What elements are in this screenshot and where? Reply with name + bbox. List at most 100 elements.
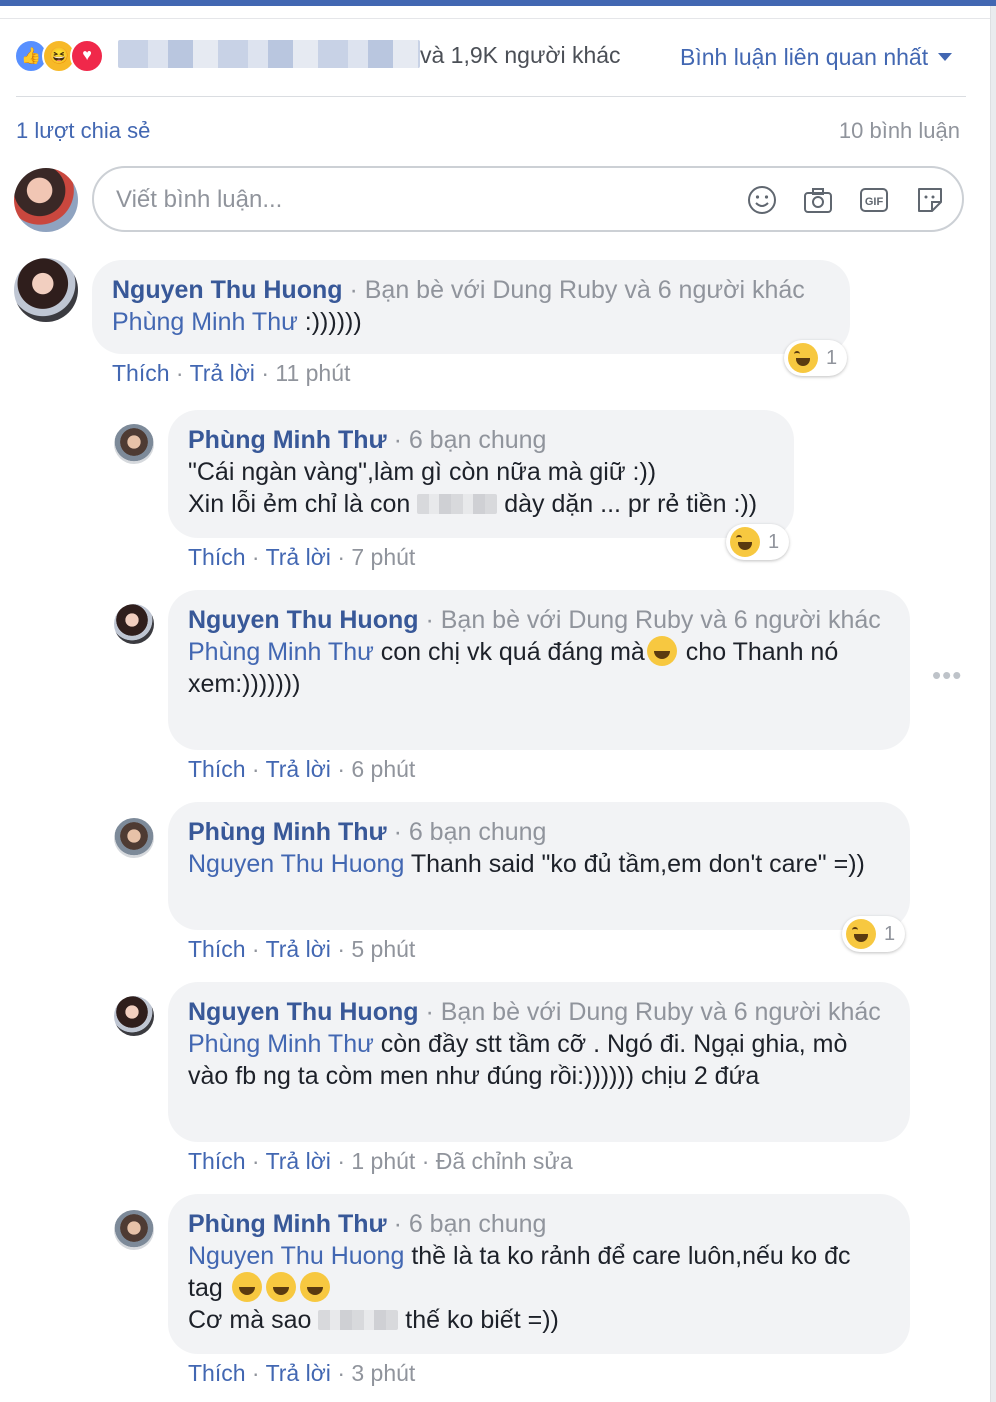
top-divider — [0, 6, 990, 19]
reply-link[interactable]: Trả lời — [266, 936, 331, 962]
comment-bubble: Phùng Minh Thư · 6 bạn chung "Cái ngàn v… — [168, 410, 794, 538]
comment-author[interactable]: Phùng Minh Thư — [188, 818, 387, 846]
comment-text: thế ko biết =)) — [405, 1306, 559, 1334]
separator: · — [337, 756, 345, 782]
avatar[interactable] — [114, 604, 154, 644]
separator: · — [337, 544, 345, 570]
svg-text:GIF: GIF — [865, 196, 884, 208]
like-link[interactable]: Thích — [112, 360, 170, 386]
comment-actions: Thích · Trả lời · 5 phút — [188, 934, 415, 964]
emoji-icon[interactable] — [746, 184, 778, 216]
like-link[interactable]: Thích — [188, 756, 246, 782]
comment-text: "Cái ngàn vàng",làm gì còn nữa mà giữ :)… — [188, 458, 657, 486]
reaction-count: 1 — [826, 346, 838, 369]
comment-actions: Thích · Trả lời · 11 phút — [112, 358, 350, 388]
rofl-emoji-icon — [231, 1272, 262, 1302]
divider — [16, 96, 966, 97]
comment-composer[interactable]: GIF — [92, 166, 964, 232]
blurred-text — [417, 494, 498, 514]
comment-text: Thanh said "ko đủ tầm,em don't care" =)) — [410, 850, 865, 878]
comment-text: dày dặn ... pr rẻ tiền :)) — [504, 490, 758, 518]
separator: · — [261, 360, 269, 386]
comment-text: :)))))) — [304, 308, 362, 336]
separator: · — [337, 1360, 345, 1386]
comment-mention[interactable]: Phùng Minh Thư — [188, 638, 374, 666]
comment-mention[interactable]: Phùng Minh Thư — [188, 1030, 374, 1058]
comment-author[interactable]: Phùng Minh Thư — [188, 1210, 387, 1238]
comment-count-link[interactable]: 10 bình luận — [839, 116, 960, 146]
comment-reaction-badge[interactable]: 1 — [842, 916, 906, 952]
comment-sort-dropdown[interactable]: Bình luận liên quan nhất — [680, 42, 953, 72]
camera-icon[interactable] — [802, 184, 834, 216]
separator: · — [337, 936, 345, 962]
reply-link[interactable]: Trả lời — [266, 756, 331, 782]
like-link[interactable]: Thích — [188, 1360, 246, 1386]
comment-meta: · 6 bạn chung — [393, 426, 547, 454]
comment-bubble: Nguyen Thu Huong · Bạn bè với Dung Ruby … — [168, 982, 910, 1142]
separator: · — [251, 1148, 260, 1174]
reaction-count: 1 — [884, 922, 896, 945]
comment-bubble: Phùng Minh Thư · 6 bạn chung Nguyen Thu … — [168, 802, 910, 930]
separator: · — [251, 1360, 260, 1386]
separator: · — [175, 360, 184, 386]
comment-bubble: Phùng Minh Thư · 6 bạn chung Nguyen Thu … — [168, 1194, 910, 1354]
comment-author[interactable]: Nguyen Thu Huong — [188, 998, 419, 1026]
haha-reaction-icon — [788, 343, 818, 373]
reaction-others-link[interactable]: và 1,9K người khác — [420, 40, 621, 70]
comment-author[interactable]: Phùng Minh Thư — [188, 426, 387, 454]
comment-actions: Thích · Trả lời · 1 phút · Đã chỉnh sửa — [188, 1146, 573, 1176]
comment-text: Cơ mà sao — [188, 1306, 312, 1334]
comment-time[interactable]: 7 phút — [351, 544, 415, 570]
reaction-count: 1 — [768, 530, 780, 553]
current-user-avatar[interactable] — [14, 168, 78, 232]
comment-author[interactable]: Nguyen Thu Huong — [112, 276, 343, 304]
more-options-icon[interactable]: ••• — [932, 660, 962, 691]
comment-actions: Thích · Trả lời · 3 phút — [188, 1358, 415, 1388]
sticker-icon[interactable] — [914, 184, 946, 216]
comment-input[interactable] — [114, 182, 718, 218]
separator: · — [251, 756, 260, 782]
avatar[interactable] — [114, 818, 154, 858]
laughing-emoji-icon — [646, 636, 677, 666]
separator: · — [251, 544, 260, 570]
blurred-text — [318, 1310, 399, 1330]
comment-time[interactable]: 5 phút — [351, 936, 415, 962]
comment-mention[interactable]: Nguyen Thu Huong — [188, 850, 404, 878]
comment-meta: · 6 bạn chung — [393, 1210, 547, 1238]
reply-link[interactable]: Trả lời — [266, 1360, 331, 1386]
comment-meta: · Bạn bè với Dung Ruby và 6 người khác — [349, 276, 805, 304]
comment-meta: · Bạn bè với Dung Ruby và 6 người khác — [425, 606, 881, 634]
like-link[interactable]: Thích — [188, 1148, 246, 1174]
reaction-icons[interactable]: 👍 😆 ♥ — [14, 38, 104, 74]
like-link[interactable]: Thích — [188, 936, 246, 962]
haha-reaction-icon — [730, 527, 760, 557]
comment-author[interactable]: Nguyen Thu Huong — [188, 606, 419, 634]
love-reaction-icon: ♥ — [70, 39, 104, 73]
avatar[interactable] — [114, 1210, 154, 1250]
comment-reaction-badge[interactable]: 1 — [784, 340, 848, 376]
comment-time[interactable]: 3 phút — [351, 1360, 415, 1386]
avatar[interactable] — [114, 996, 154, 1036]
reply-link[interactable]: Trả lời — [190, 360, 255, 386]
gif-icon[interactable]: GIF — [858, 184, 890, 216]
avatar[interactable] — [14, 258, 78, 322]
comment-mention[interactable]: Nguyen Thu Huong — [188, 1242, 404, 1270]
reply-link[interactable]: Trả lời — [266, 1148, 331, 1174]
comment-actions: Thích · Trả lời · 6 phút — [188, 754, 415, 784]
comment-mention[interactable]: Phùng Minh Thư — [112, 308, 298, 336]
rofl-emoji-icon — [299, 1272, 330, 1302]
separator: · — [337, 1148, 345, 1174]
comment-text: Xin lỗi ẻm chỉ là con — [188, 490, 411, 518]
comment-time[interactable]: 11 phút — [275, 360, 350, 386]
comment-bubble: Nguyen Thu Huong · Bạn bè với Dung Ruby … — [168, 590, 910, 750]
like-link[interactable]: Thích — [188, 544, 246, 570]
edited-label[interactable]: · Đã chỉnh sửa — [422, 1148, 573, 1174]
comment-reaction-badge[interactable]: 1 — [726, 524, 790, 560]
comment-meta: · 6 bạn chung — [393, 818, 547, 846]
comment-meta: · Bạn bè với Dung Ruby và 6 người khác — [425, 998, 881, 1026]
share-count-link[interactable]: 1 lượt chia sẻ — [16, 116, 150, 146]
comment-time[interactable]: 1 phút — [351, 1148, 415, 1174]
comment-time[interactable]: 6 phút — [351, 756, 415, 782]
avatar[interactable] — [114, 424, 154, 464]
reply-link[interactable]: Trả lời — [266, 544, 331, 570]
